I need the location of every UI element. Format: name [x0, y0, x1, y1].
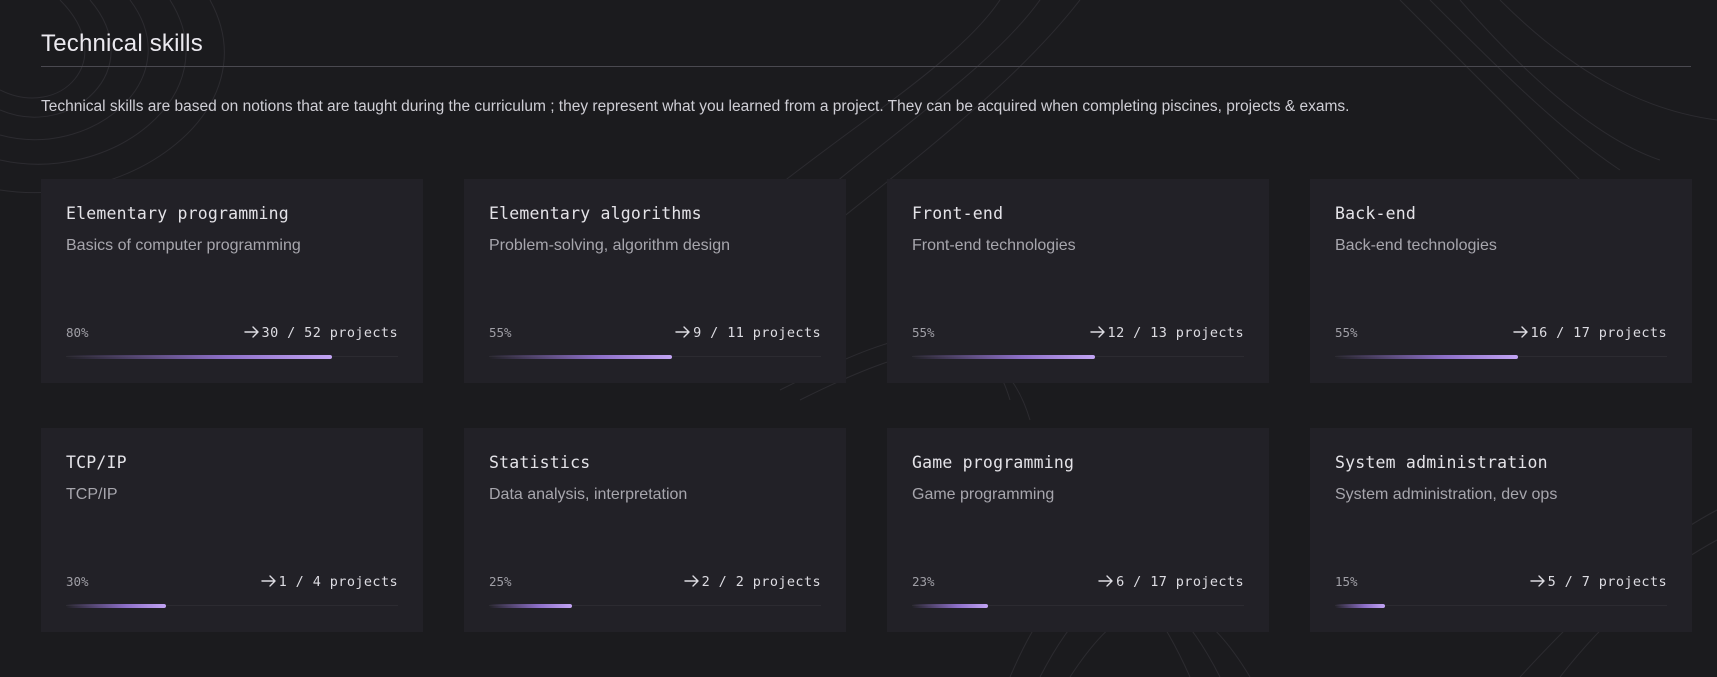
skill-progress-bar	[1335, 355, 1667, 359]
skill-progress-bar	[912, 355, 1244, 359]
skill-projects-label: 12 / 13 projects	[1107, 325, 1244, 341]
arrow-right-icon	[260, 575, 276, 587]
skill-progress-bar	[912, 604, 1244, 608]
skill-card[interactable]: Front-end Front-end technologies 55% 12 …	[887, 179, 1269, 383]
arrow-right-icon	[683, 575, 699, 587]
skills-grid: Elementary programming Basics of compute…	[41, 179, 1692, 632]
skill-subtitle: Front-end technologies	[912, 237, 1076, 254]
progress-fill	[66, 355, 332, 359]
skill-name: Back-end	[1335, 204, 1417, 223]
skill-meta: 55% 16 / 17 projects	[1335, 325, 1667, 343]
skill-projects-label: 9 / 11 projects	[693, 325, 821, 341]
skill-meta: 55% 9 / 11 projects	[489, 325, 821, 343]
skill-percent: 55%	[1335, 325, 1358, 340]
skill-projects: 9 / 11 projects	[675, 325, 821, 341]
skill-name: Front-end	[912, 204, 1004, 223]
arrow-right-icon	[675, 326, 690, 338]
skill-progress-bar	[489, 604, 821, 608]
skill-projects-label: 6 / 17 projects	[1116, 574, 1244, 590]
skill-projects: 1 / 4 projects	[260, 574, 398, 590]
progress-fill	[1335, 355, 1518, 359]
skill-name: System administration	[1335, 453, 1548, 472]
skill-progress-bar	[66, 355, 398, 359]
skill-name: Statistics	[489, 453, 591, 472]
skill-projects: 6 / 17 projects	[1098, 574, 1244, 590]
arrow-right-icon	[1089, 326, 1105, 338]
skill-percent: 55%	[912, 325, 935, 340]
skill-name: Elementary programming	[66, 204, 289, 223]
skill-projects-label: 1 / 4 projects	[278, 574, 398, 590]
skill-projects: 30 / 52 projects	[243, 325, 398, 341]
skill-meta: 30% 1 / 4 projects	[66, 574, 398, 592]
skill-progress-bar	[1335, 604, 1667, 608]
progress-fill	[489, 604, 572, 608]
progress-fill	[912, 604, 989, 608]
skill-percent: 15%	[1335, 574, 1358, 589]
arrow-right-icon	[1098, 575, 1113, 587]
skill-projects: 12 / 13 projects	[1089, 325, 1244, 341]
section-description: Technical skills are based on notions th…	[41, 98, 1350, 115]
skill-subtitle: System administration, dev ops	[1335, 486, 1558, 503]
skill-progress-bar	[66, 604, 398, 608]
skill-meta: 55% 12 / 13 projects	[912, 325, 1244, 343]
skill-subtitle: Problem-solving, algorithm design	[489, 237, 730, 254]
skill-name: TCP/IP	[66, 453, 127, 472]
skill-percent: 23%	[912, 574, 935, 589]
skill-name: Game programming	[912, 453, 1075, 472]
skill-card[interactable]: Back-end Back-end technologies 55% 16 / …	[1310, 179, 1692, 383]
skill-percent: 55%	[489, 325, 512, 340]
skill-card[interactable]: Game programming Game programming 23% 6 …	[887, 428, 1269, 632]
skill-name: Elementary algorithms	[489, 204, 702, 223]
skill-meta: 23% 6 / 17 projects	[912, 574, 1244, 592]
skill-percent: 25%	[489, 574, 512, 589]
skill-projects: 2 / 2 projects	[683, 574, 821, 590]
skill-card[interactable]: TCP/IP TCP/IP 30% 1 / 4 projects	[41, 428, 423, 632]
skill-meta: 15% 5 / 7 projects	[1335, 574, 1667, 592]
skill-projects-label: 30 / 52 projects	[261, 325, 398, 341]
skill-subtitle: TCP/IP	[66, 486, 118, 503]
skill-subtitle: Data analysis, interpretation	[489, 486, 688, 503]
progress-track	[1335, 605, 1667, 606]
arrow-right-icon	[243, 326, 259, 338]
title-divider	[41, 66, 1691, 67]
progress-fill	[1335, 604, 1385, 608]
skill-projects: 16 / 17 projects	[1512, 325, 1667, 341]
skill-progress-bar	[489, 355, 821, 359]
skill-card[interactable]: Elementary programming Basics of compute…	[41, 179, 423, 383]
skill-subtitle: Back-end technologies	[1335, 237, 1497, 254]
skill-subtitle: Game programming	[912, 486, 1055, 503]
skill-card[interactable]: Elementary algorithms Problem-solving, a…	[464, 179, 846, 383]
skill-meta: 25% 2 / 2 projects	[489, 574, 821, 592]
skill-meta: 80% 30 / 52 projects	[66, 325, 398, 343]
skill-card[interactable]: System administration System administrat…	[1310, 428, 1692, 632]
progress-fill	[489, 355, 672, 359]
skill-projects-label: 16 / 17 projects	[1530, 325, 1667, 341]
section-title: Technical skills	[41, 30, 203, 57]
skill-projects: 5 / 7 projects	[1529, 574, 1667, 590]
arrow-right-icon	[1529, 575, 1545, 587]
arrow-right-icon	[1512, 326, 1528, 338]
skill-projects-label: 5 / 7 projects	[1547, 574, 1667, 590]
skill-percent: 80%	[66, 325, 89, 340]
skill-card[interactable]: Statistics Data analysis, interpretation…	[464, 428, 846, 632]
skill-percent: 30%	[66, 574, 89, 589]
skill-subtitle: Basics of computer programming	[66, 237, 301, 254]
progress-fill	[66, 604, 166, 608]
progress-fill	[912, 355, 1095, 359]
skill-projects-label: 2 / 2 projects	[701, 574, 821, 590]
